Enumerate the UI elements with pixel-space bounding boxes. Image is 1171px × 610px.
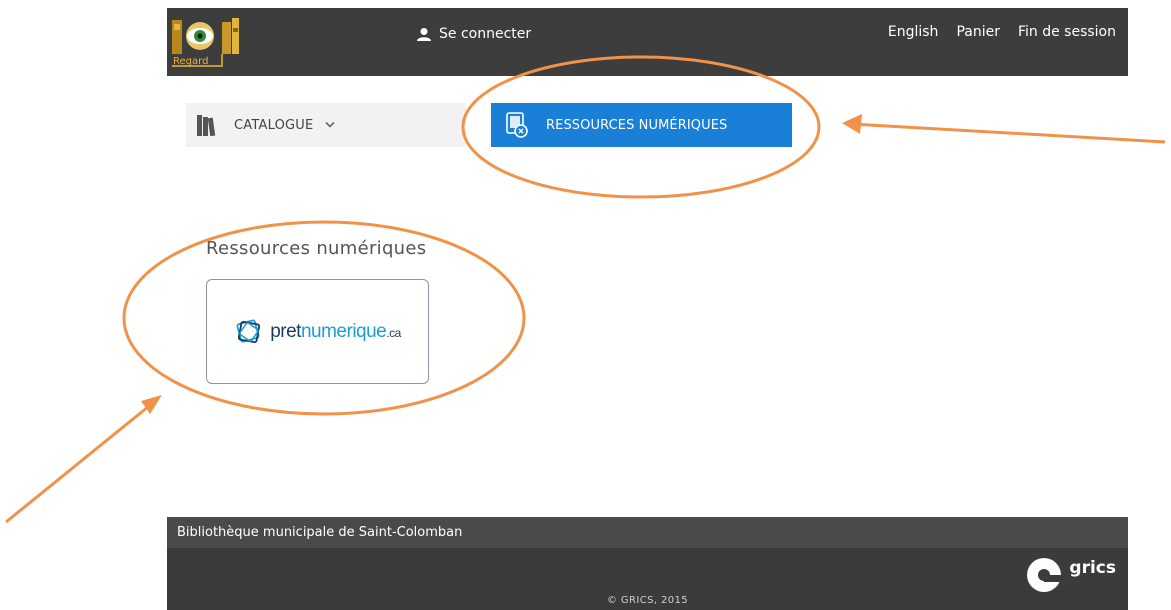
top-links: English Panier Fin de session xyxy=(888,24,1116,44)
top-bar: Regard Se connecter English Panier Fin d… xyxy=(167,8,1128,76)
digital-resources-icon xyxy=(506,112,528,138)
logo-part-ca: .ca xyxy=(386,325,401,340)
login-label: Se connecter xyxy=(439,26,532,42)
copyright: © GRICS, 2015 xyxy=(606,595,689,606)
grics-logo[interactable]: grics xyxy=(1025,556,1116,594)
svg-text:Regard: Regard xyxy=(173,56,208,67)
link-panier[interactable]: Panier xyxy=(956,24,1000,44)
books-icon xyxy=(197,115,216,136)
chevron-down-icon[interactable] xyxy=(325,121,335,129)
user-icon xyxy=(417,28,431,41)
footer-library-bar: Bibliothèque municipale de Saint-Colomba… xyxy=(167,517,1128,548)
annotation-arrow-right xyxy=(851,122,1166,144)
pretnumerique-icon xyxy=(236,319,261,343)
login-link[interactable]: Se connecter xyxy=(417,24,531,44)
grics-icon xyxy=(1027,558,1062,592)
link-fin-de-session[interactable]: Fin de session xyxy=(1018,24,1116,44)
nav-catalogue-label: CATALOGUE xyxy=(234,117,314,133)
nav-ressources-numeriques[interactable]: RESSOURCES NUMÉRIQUES xyxy=(491,103,792,147)
nav-ressources-label: RESSOURCES NUMÉRIQUES xyxy=(546,117,728,133)
pretnumerique-card[interactable]: pretnumerique.ca xyxy=(206,279,429,384)
library-name: Bibliothèque municipale de Saint-Colomba… xyxy=(177,525,463,540)
pretnumerique-logo: pretnumerique.ca xyxy=(234,317,401,347)
annotation-arrow-left xyxy=(5,400,155,524)
section-title: Ressources numériques xyxy=(206,238,427,259)
logo-part-pret: pret xyxy=(270,320,301,342)
regard-logo[interactable]: Regard xyxy=(170,14,250,70)
footer: grics © GRICS, 2015 xyxy=(167,548,1128,610)
link-english[interactable]: English xyxy=(888,24,939,44)
logo-part-numerique: numerique xyxy=(300,320,387,342)
grics-brand: grics xyxy=(1069,558,1116,578)
nav-catalogue[interactable]: CATALOGUE xyxy=(186,103,466,147)
